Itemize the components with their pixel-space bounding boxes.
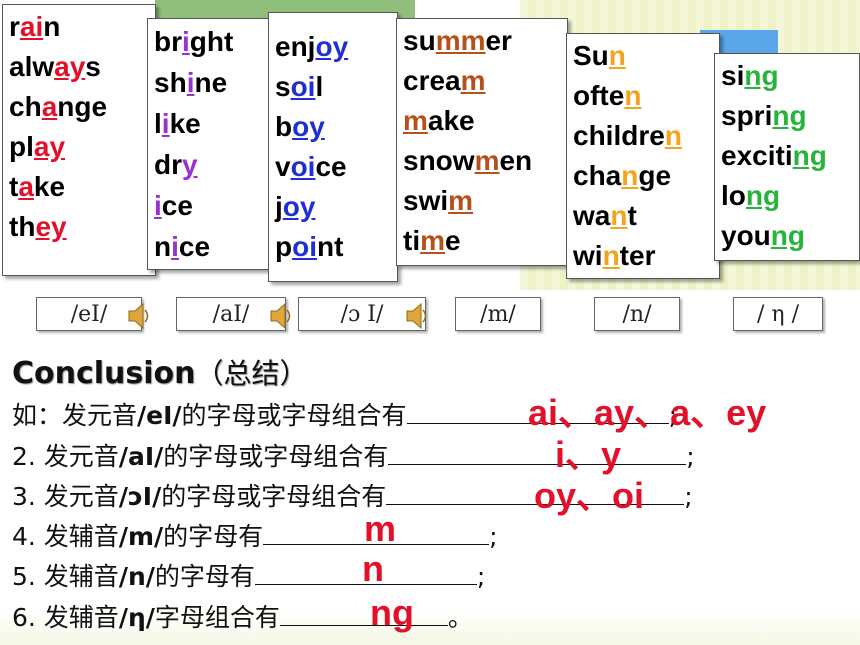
highlighted-letters: ng [770,220,805,251]
highlighted-letters: oy [292,111,325,142]
word-item: swim [403,185,474,216]
word-item: sing [721,60,779,91]
word-item: long [721,180,781,211]
phonetic-m: /m/ [455,297,541,331]
word-item: ice [154,190,193,221]
conclusion-title-text: Conclusion [12,356,196,391]
highlighted-letters: n [621,160,639,191]
answer-line-4: m [364,508,397,549]
highlighted-letters: ng [792,140,827,171]
word-box-oi: enjoy soil boy voice joy point [268,12,398,282]
word-item: exciting [721,140,827,171]
word-item: cream [403,65,486,96]
word-item: take [9,171,66,202]
highlighted-letters: oy [315,31,349,62]
highlighted-letters: m [460,65,486,96]
word-box-ai: bright shine like dry ice nice [147,18,272,270]
word-box-n: Sun often children change want winter [566,33,720,279]
word-item: boy [275,111,325,142]
answer-blank[interactable] [279,601,448,626]
word-item: nice [154,231,211,262]
answer-line-6: ng [370,592,414,633]
highlighted-letters: ay [54,51,86,82]
word-item: summer [403,25,512,56]
conclusion-line-5: 5. 发辅音/n/的字母有; [12,562,486,591]
word-item: want [573,200,637,231]
highlighted-letters: n [624,80,642,111]
phonetic-ng: / η / [733,297,823,331]
word-item: make [403,105,475,136]
highlighted-letters: n [610,200,628,231]
highlighted-letters: n [664,120,682,151]
word-item: rain [9,11,61,42]
highlighted-letters: ai [19,11,44,42]
highlighted-letters: a [18,171,34,202]
highlighted-letters: a [41,91,58,122]
word-box-ng: sing spring exciting long young [714,53,860,261]
word-item: they [9,211,67,242]
word-item: play [9,131,66,162]
highlighted-letters: m [420,225,446,256]
highlighted-letters: mm [435,25,486,56]
highlighted-letters: n [602,240,620,271]
word-item: time [403,225,461,256]
highlighted-letters: y [182,149,198,180]
conclusion-title: Conclusion（总结） [12,352,308,392]
word-item: young [721,220,805,251]
word-box-m: summer cream make snowmen swim time [396,18,568,266]
answer-line-5: n [362,548,384,589]
answer-blank[interactable] [388,440,687,465]
highlighted-letters: ng [744,60,779,91]
speaker-icon[interactable] [404,299,430,333]
highlighted-letters: oi [292,231,317,262]
word-item: children [573,120,682,151]
highlighted-letters: ng [772,100,807,131]
highlighted-letters: oi [290,71,316,102]
word-item: winter [573,240,656,271]
word-item: voice [275,151,347,182]
word-item: Sun [573,40,626,71]
highlighted-letters: m [403,105,428,136]
highlighted-letters: ay [33,131,66,162]
phonetic-n: /n/ [594,297,680,331]
word-item: point [275,231,344,262]
conclusion-title-paren: （总结） [195,357,308,390]
highlighted-letters: ey [35,211,67,242]
word-item: snowmen [403,145,533,176]
word-item: dry [154,149,198,180]
word-item: shine [154,67,228,98]
word-item: soil [275,71,324,102]
highlighted-letters: i [182,26,190,57]
speaker-icon[interactable] [268,299,294,333]
highlighted-letters: oi [290,151,316,182]
word-item: always [9,51,101,82]
highlighted-letters: ng [745,180,781,211]
word-item: often [573,80,642,111]
word-item: spring [721,100,807,131]
word-item: change [9,91,108,122]
word-item: bright [154,26,234,57]
highlighted-letters: oy [282,191,316,222]
word-item: like [154,108,201,139]
highlighted-letters: n [608,40,626,71]
highlighted-letters: i [154,190,162,221]
highlighted-letters: i [171,231,179,262]
answer-line-3: oy、oi [534,475,645,516]
word-item: enjoy [275,31,349,62]
word-item: change [573,160,672,191]
highlighted-letters: i [161,108,170,139]
word-box-ei: rain always change play take they [2,4,156,276]
conclusion-line-4: 4. 发辅音/m/的字母有; [12,522,498,551]
highlighted-letters: m [448,185,474,216]
highlighted-letters: m [474,145,500,176]
word-item: joy [275,191,316,222]
speaker-icon[interactable] [126,299,152,333]
